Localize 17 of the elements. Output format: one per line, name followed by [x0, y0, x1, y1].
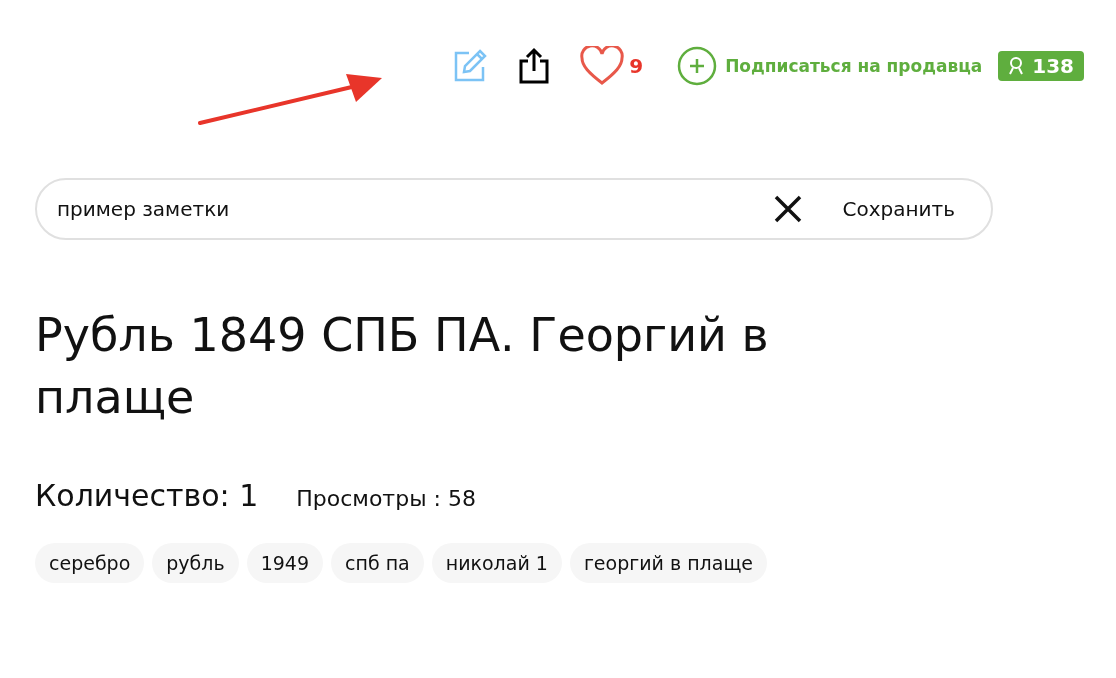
tag-chip[interactable]: рубль	[152, 543, 239, 583]
plus-circle-icon	[677, 46, 718, 86]
close-icon[interactable]	[772, 194, 803, 224]
tag-chip[interactable]: 1949	[246, 543, 324, 583]
quantity-text: Количество: 1	[35, 478, 259, 513]
views-text: Просмотры : 58	[296, 486, 476, 511]
likes-count: 9	[629, 54, 644, 78]
product-title: Рубль 1849 СПБ ПА. Георгий в плаще	[35, 307, 770, 426]
save-button[interactable]: Сохранить	[842, 197, 955, 221]
tag-chip[interactable]: серебро	[35, 543, 145, 583]
share-icon[interactable]	[517, 47, 552, 85]
subscribers-badge: 138	[998, 51, 1084, 81]
note-field[interactable]: пример заметки Сохранить	[35, 178, 993, 240]
tag-chip[interactable]: николай 1	[431, 543, 562, 583]
tag-chip[interactable]: георгий в плаще	[569, 543, 767, 583]
heart-icon[interactable]	[579, 46, 626, 86]
tag-chip[interactable]: спб па	[331, 543, 424, 583]
